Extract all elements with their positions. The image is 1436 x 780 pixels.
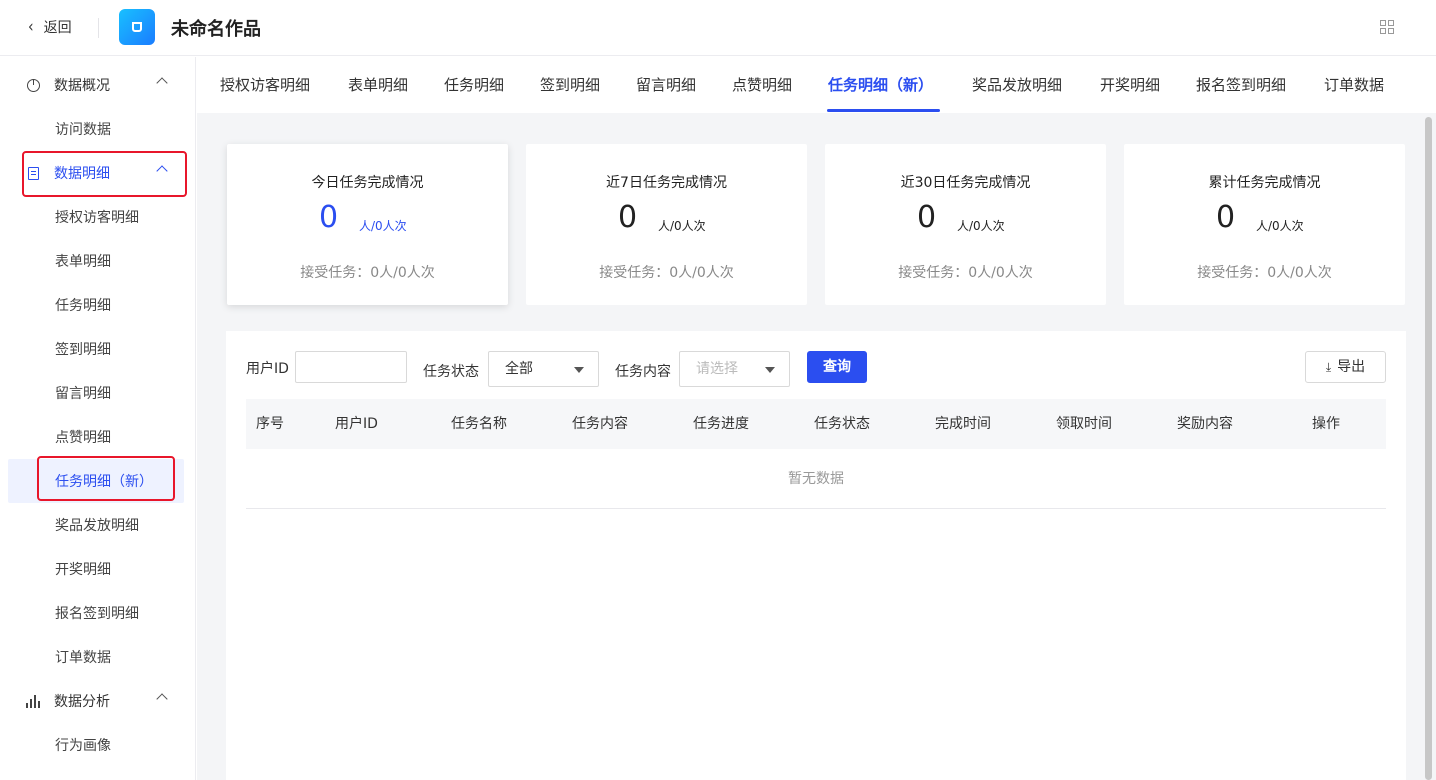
stat-sub: 接受任务：0人/0人次 [599, 265, 734, 281]
user-id-input[interactable] [295, 351, 407, 383]
stat-unit: 人/0人次 [359, 219, 407, 233]
stat-title: 今日任务完成情况 [311, 175, 424, 191]
stat-value: 0 [618, 200, 638, 235]
stat-unit: 人/0人次 [658, 219, 706, 233]
tab-form[interactable]: 表单明细 [348, 57, 408, 113]
sidebar-item-task-new[interactable]: 任务明细（新） [8, 459, 184, 503]
tab-auth-visitor[interactable]: 授权访客明细 [220, 57, 310, 113]
stat-sub: 接受任务：0人/0人次 [898, 265, 1033, 281]
stat-sub: 接受任务：0人/0人次 [300, 265, 435, 281]
query-button[interactable]: 查询 [807, 351, 867, 383]
task-content-select[interactable]: 请选择 [679, 351, 790, 387]
tab-message[interactable]: 留言明细 [636, 57, 696, 113]
export-button[interactable]: ⤓ 导出 [1305, 351, 1386, 383]
qrcode-icon[interactable] [1380, 20, 1394, 34]
sidebar-item-checkin[interactable]: 签到明细 [0, 327, 196, 371]
stat-title: 累计任务完成情况 [1208, 175, 1321, 191]
sidebar-item-signup-checkin[interactable]: 报名签到明细 [0, 591, 196, 635]
sidebar-item-auth-visitor[interactable]: 授权访客明细 [0, 195, 196, 239]
tab-lottery[interactable]: 开奖明细 [1100, 57, 1160, 113]
column-header: 领取时间 [1056, 416, 1112, 432]
page-title: 未命名作品 [171, 19, 261, 40]
column-header: 任务进度 [693, 416, 749, 432]
download-icon: ⤓ [1325, 360, 1332, 374]
back-button[interactable]: ‹ 返回 [28, 16, 72, 38]
sidebar-group-analysis[interactable]: 数据分析 [0, 679, 196, 723]
stat-card-today: 今日任务完成情况 0 人/0人次 接受任务：0人/0人次 [227, 144, 508, 305]
tab-checkin[interactable]: 签到明细 [540, 57, 600, 113]
column-header: 任务名称 [451, 416, 507, 432]
user-id-label: 用户ID [246, 361, 289, 377]
stat-card-total: 累计任务完成情况 0 人/0人次 接受任务：0人/0人次 [1124, 144, 1405, 305]
bar-chart-icon [26, 694, 40, 708]
tab-task-new[interactable]: 任务明细（新） [828, 57, 933, 113]
task-status-select[interactable]: 全部 [488, 351, 599, 387]
stat-card-30days: 近30日任务完成情况 0 人/0人次 接受任务：0人/0人次 [825, 144, 1106, 305]
cup-icon [132, 22, 142, 32]
sidebar-item-behavior[interactable]: 行为画像 [0, 723, 196, 767]
sidebar-item-orders[interactable]: 订单数据 [0, 635, 196, 679]
sidebar-group-overview[interactable]: 数据概况 [0, 63, 196, 107]
tab-prize-issue[interactable]: 奖品发放明细 [972, 57, 1062, 113]
sidebar-item-visit-data[interactable]: 访问数据 [0, 107, 196, 151]
table-empty-state: 暂无数据 [246, 449, 1386, 509]
tab-orders[interactable]: 订单数据 [1324, 57, 1384, 113]
sidebar-group-label: 数据明细 [54, 166, 110, 182]
sidebar-item-like[interactable]: 点赞明细 [0, 415, 196, 459]
sidebar-item-lottery[interactable]: 开奖明细 [0, 547, 196, 591]
pie-chart-icon [26, 78, 40, 92]
header-divider [98, 18, 99, 38]
caret-down-icon [574, 367, 584, 373]
task-content-placeholder: 请选择 [696, 361, 738, 377]
caret-down-icon [765, 367, 775, 373]
column-header: 完成时间 [935, 416, 991, 432]
app-logo [119, 9, 155, 45]
stat-value: 0 [319, 200, 339, 235]
stat-value: 0 [917, 200, 937, 235]
column-header: 奖励内容 [1177, 416, 1233, 432]
sidebar-group-label: 数据分析 [54, 694, 110, 710]
data-panel: 用户ID 任务状态 全部 任务内容 请选择 查询 ⤓ 导出 序号 用户ID 任务名… [226, 331, 1406, 780]
main-content: 授权访客明细 表单明细 任务明细 签到明细 留言明细 点赞明细 任务明细（新） … [197, 57, 1436, 780]
stat-title: 近30日任务完成情况 [900, 175, 1031, 191]
back-label: 返回 [43, 20, 72, 36]
stat-value: 0 [1216, 200, 1236, 235]
stat-unit: 人/0人次 [957, 219, 1005, 233]
chevron-left-icon: ‹ [28, 17, 34, 37]
sidebar-group-details[interactable]: 数据明细 [0, 151, 196, 195]
tab-active-indicator [827, 109, 940, 112]
scrollbar[interactable] [1425, 117, 1432, 780]
stat-sub: 接受任务：0人/0人次 [1197, 265, 1332, 281]
chevron-up-icon [156, 693, 168, 705]
column-header: 任务内容 [572, 416, 628, 432]
tab-bar: 授权访客明细 表单明细 任务明细 签到明细 留言明细 点赞明细 任务明细（新） … [197, 57, 1436, 113]
column-header: 序号 [256, 416, 284, 432]
stat-card-7days: 近7日任务完成情况 0 人/0人次 接受任务：0人/0人次 [526, 144, 807, 305]
sidebar-group-label: 数据概况 [54, 78, 110, 94]
tab-like[interactable]: 点赞明细 [732, 57, 792, 113]
stat-unit: 人/0人次 [1256, 219, 1304, 233]
task-status-value: 全部 [505, 361, 533, 377]
stat-title: 近7日任务完成情况 [606, 175, 727, 191]
document-icon [26, 166, 40, 180]
chevron-up-icon [156, 77, 168, 89]
table-header: 序号 用户ID 任务名称 任务内容 任务进度 任务状态 完成时间 领取时间 奖励… [246, 399, 1386, 449]
tab-task[interactable]: 任务明细 [444, 57, 504, 113]
column-header: 用户ID [335, 416, 378, 432]
sidebar-item-prize-issue[interactable]: 奖品发放明细 [0, 503, 196, 547]
sidebar-item-form[interactable]: 表单明细 [0, 239, 196, 283]
chevron-up-icon [156, 165, 168, 177]
column-header: 操作 [1312, 416, 1340, 432]
task-status-label: 任务状态 [423, 364, 479, 380]
task-content-label: 任务内容 [615, 364, 671, 380]
top-header: ‹ 返回 未命名作品 [0, 0, 1436, 56]
tab-signup-checkin[interactable]: 报名签到明细 [1196, 57, 1286, 113]
sidebar-item-task[interactable]: 任务明细 [0, 283, 196, 327]
column-header: 任务状态 [814, 416, 870, 432]
sidebar-item-message[interactable]: 留言明细 [0, 371, 196, 415]
sidebar: 数据概况 访问数据 数据明细 授权访客明细 表单明细 任务明细 签到明细 留言明… [0, 57, 196, 780]
export-label: 导出 [1337, 359, 1366, 375]
